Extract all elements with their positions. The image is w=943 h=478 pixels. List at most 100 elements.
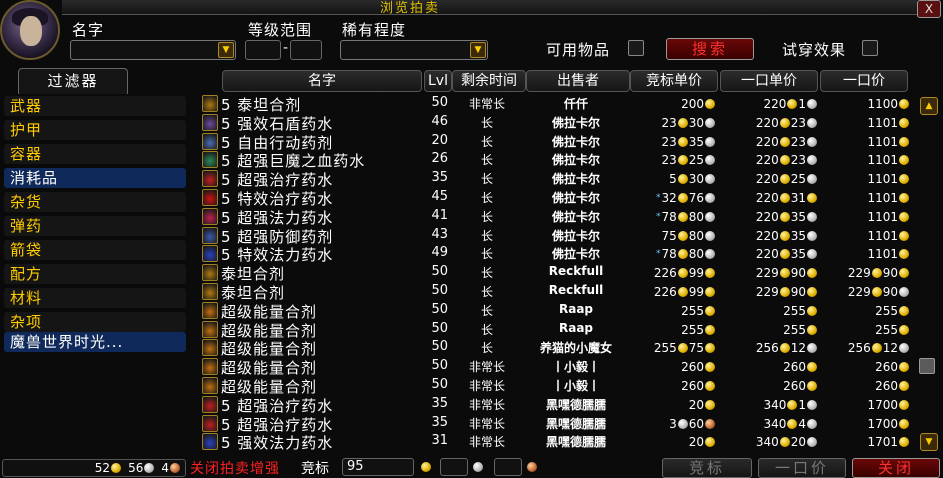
auction-row[interactable]: 5 特效治疗药水 45 长佛拉卡尔 * 32 76 220 31 1101: [196, 189, 916, 208]
item-icon[interactable]: [202, 301, 218, 319]
auction-row[interactable]: 5 超强治疗药水 35 非常长 黑嘿德臑臑 3 60 340 4 1700: [196, 414, 916, 434]
auction-row[interactable]: 5 超强治疗药水 35 非常长 黑嘿德臑臑 20 340 1 1700: [196, 395, 916, 415]
auction-row[interactable]: 5 超强治疗药水 35 长佛拉卡尔 5 30 220 25 1101: [196, 170, 916, 189]
auction-row[interactable]: 超级能量合剂 50 非常长 丨小毅丨 260 260 260: [196, 377, 916, 396]
item-level: 50: [431, 339, 448, 355]
silver-coin-icon: [705, 193, 715, 203]
rarity-dropdown[interactable]: ▼: [340, 40, 488, 60]
auction-row[interactable]: 5 特效法力药水 49 长佛拉卡尔 * 78 80 220 35 1101: [196, 245, 916, 264]
price-value: 255: [875, 303, 898, 318]
auction-row[interactable]: 泰坦合剂 50 长 Reckfull 226 99 229 90 229 90: [196, 264, 916, 283]
star-icon: *: [655, 193, 661, 203]
item-icon[interactable]: [202, 95, 218, 112]
auction-row[interactable]: 5 自由行动药剂 20 长佛拉卡尔 23 35 220 23 1101: [196, 132, 916, 152]
gold-coin-icon: [705, 399, 715, 410]
scroll-up-icon[interactable]: ▲: [920, 97, 938, 115]
usable-items-checkbox[interactable]: [628, 40, 644, 56]
item-level: 50: [431, 301, 448, 317]
column-level[interactable]: Lvl: [424, 70, 452, 92]
search-button[interactable]: 搜索: [666, 38, 754, 60]
seller-name: 黑嘿德臑臑: [545, 416, 606, 431]
close-button[interactable]: 关闭: [852, 458, 940, 478]
gold-coin-icon: [677, 211, 688, 222]
gold-coin-icon: [899, 249, 909, 260]
price-value: 99: [688, 285, 704, 299]
auction-row[interactable]: 5 超强巨魔之血药水 26 长佛拉卡尔 23 25 220 23 1101: [196, 151, 916, 170]
name-search-input[interactable]: ▼: [70, 40, 236, 60]
bid-copper-input[interactable]: [494, 458, 522, 476]
bid-gold-input[interactable]: 95: [342, 458, 414, 476]
item-icon[interactable]: [202, 283, 218, 300]
item-icon[interactable]: [202, 151, 218, 169]
item-level: 35: [431, 414, 448, 430]
item-icon[interactable]: [202, 339, 218, 357]
chevron-down-icon[interactable]: ▼: [470, 42, 486, 58]
filter-item[interactable]: 箭袋: [4, 240, 186, 260]
auction-row[interactable]: 泰坦合剂 50 长 Reckfull 226 99 229 90 229 90: [196, 283, 916, 302]
item-icon[interactable]: [202, 189, 218, 206]
filter-item[interactable]: 配方: [4, 264, 186, 284]
price-value: 256: [755, 341, 779, 356]
max-level-input[interactable]: [290, 40, 322, 60]
filter-item[interactable]: 魔兽世界时光...: [4, 332, 186, 352]
gold-coin-icon: [807, 381, 817, 391]
time-left: 长: [480, 172, 493, 187]
item-icon[interactable]: [202, 414, 218, 432]
close-window-button[interactable]: X: [917, 0, 941, 18]
bid-button[interactable]: 竞标: [662, 458, 752, 478]
column-bid-unit[interactable]: 竞标单价: [630, 70, 718, 92]
try-on-checkbox[interactable]: [862, 40, 878, 56]
column-buyout-unit[interactable]: 一口单价: [720, 70, 818, 92]
item-icon[interactable]: [202, 433, 218, 451]
auction-row[interactable]: 超级能量合剂 50 长 Raap 255 255 255: [196, 301, 916, 321]
item-icon[interactable]: [202, 377, 218, 394]
item-icon[interactable]: [202, 358, 218, 376]
price-value: 340: [763, 397, 787, 412]
price-value: 220: [755, 134, 779, 149]
chevron-down-icon[interactable]: ▼: [218, 42, 234, 58]
column-time-left[interactable]: 剩余时间: [452, 70, 526, 92]
filter-item[interactable]: 护甲: [4, 120, 186, 140]
buyout-unit-price: 220 23: [720, 133, 818, 151]
toggle-auction-enhance-link[interactable]: 关闭拍卖增强: [190, 458, 280, 478]
item-icon[interactable]: [202, 395, 218, 413]
auction-row[interactable]: 超级能量合剂 50 长养猫的小魔女 255 75 256 12 256 12: [196, 339, 916, 358]
item-icon[interactable]: [202, 226, 218, 244]
scrollbar[interactable]: ▲ ▼: [918, 95, 940, 453]
price-value: 35: [790, 209, 806, 224]
item-icon[interactable]: [202, 245, 218, 263]
item-icon[interactable]: [202, 132, 218, 150]
item-level: 49: [431, 245, 448, 261]
buyout-button[interactable]: 一口价: [758, 458, 846, 478]
gold-coin-icon: [899, 324, 909, 335]
buyout-unit-price: 255: [720, 321, 818, 339]
item-icon[interactable]: [202, 170, 218, 188]
auction-row[interactable]: 5 强效石盾药水 46 长佛拉卡尔 23 30 220 23 1101: [196, 113, 916, 133]
filter-item[interactable]: 消耗品: [4, 168, 186, 188]
column-seller[interactable]: 出售者: [526, 70, 630, 92]
column-name[interactable]: 名字: [222, 70, 422, 92]
column-buyout[interactable]: 一口价: [820, 70, 908, 92]
item-icon[interactable]: [202, 207, 218, 225]
auction-row[interactable]: 超级能量合剂 50 非常长 丨小毅丨 260 260 260: [196, 358, 916, 377]
item-icon[interactable]: [202, 320, 218, 338]
auction-row[interactable]: 5 超强法力药水 41 长佛拉卡尔 * 78 80 220 35 1101: [196, 207, 916, 227]
bid-silver-input[interactable]: [440, 458, 468, 476]
filter-item[interactable]: 武器: [4, 96, 186, 116]
seller-name: Reckfull: [548, 283, 604, 297]
item-icon[interactable]: [202, 113, 218, 131]
filter-item[interactable]: 弹药: [4, 216, 186, 236]
auction-row[interactable]: 超级能量合剂 50 长 Raap 255 255 255: [196, 320, 916, 340]
auction-row[interactable]: 5 泰坦合剂 50 非常长 仟仟 200 220 1 1100: [196, 95, 916, 114]
filter-item[interactable]: 杂项: [4, 312, 186, 332]
scrollbar-thumb[interactable]: [919, 358, 935, 374]
auction-row[interactable]: 5 超强防御药剂 43 长佛拉卡尔 75 80 220 35 1101: [196, 226, 916, 246]
filter-item[interactable]: 材料: [4, 288, 186, 308]
auction-row[interactable]: 5 强效法力药水 31 非常长 黑嘿德臑臑 20 340 20 1701: [196, 433, 916, 452]
filter-item[interactable]: 容器: [4, 144, 186, 164]
scroll-down-icon[interactable]: ▼: [920, 433, 938, 451]
seller-name: 佛拉卡尔: [551, 134, 600, 149]
min-level-input[interactable]: [245, 40, 281, 60]
filter-item[interactable]: 杂货: [4, 192, 186, 212]
item-icon[interactable]: [202, 264, 218, 282]
